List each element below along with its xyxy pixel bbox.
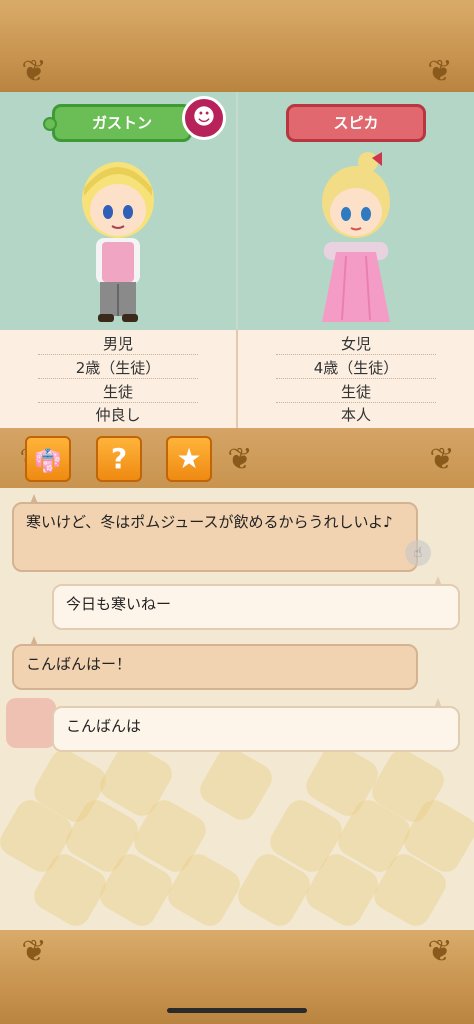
ornament-icon: ❦	[429, 442, 455, 477]
chat-bubble-npc: 寒いけど、冬はポムジュースが飲めるからうれしいよ♪	[12, 502, 418, 572]
gender-value: 男児	[38, 332, 198, 355]
boy-avatar[interactable]	[68, 152, 168, 327]
character-card-left[interactable]: ガストン ☻	[0, 92, 238, 330]
outfit-button[interactable]: 👘	[25, 436, 71, 482]
girl-avatar[interactable]	[306, 152, 406, 327]
character-card-right[interactable]: スピカ	[238, 92, 474, 330]
event-badge	[6, 698, 56, 748]
help-button[interactable]: ?	[96, 436, 142, 482]
age-value: 4歳（生徒）	[276, 356, 436, 379]
character-name-right: スピカ	[286, 104, 426, 142]
star-icon: ★	[176, 442, 202, 475]
chat-bubble-npc: こんばんはー！	[12, 644, 418, 690]
action-toolbar: ❦ ❦ ❦ 👘 ? ★	[0, 428, 474, 488]
age-value: 2歳（生徒）	[38, 356, 198, 379]
chat-bubble-me: こんばんは	[52, 706, 460, 752]
home-indicator[interactable]	[167, 1008, 307, 1013]
favorite-button[interactable]: ★	[166, 436, 212, 482]
outfit-icon: 👘	[34, 449, 62, 474]
gender-value: 女児	[276, 332, 436, 355]
smile-icon[interactable]: ☻	[182, 96, 226, 140]
role-value: 生徒	[276, 380, 436, 403]
top-wood-frame: ❦ ❦	[0, 0, 474, 92]
relation-value: 本人	[340, 406, 371, 424]
ornament-icon: ❦	[21, 54, 47, 89]
character-panel: ガストン ☻ スピカ	[0, 92, 474, 330]
ornament-icon: ❦	[21, 934, 47, 969]
role-value: 生徒	[38, 380, 198, 403]
ornament-icon: ❦	[227, 442, 253, 477]
background-tile	[195, 743, 277, 825]
character-name-left: ガストン	[43, 104, 192, 142]
info-column-right: 女児 4歳（生徒） 生徒 本人	[238, 330, 474, 428]
info-column-left: 男児 2歳（生徒） 生徒 仲良し	[0, 330, 238, 428]
bottom-wood-frame: ❦ ❦	[0, 930, 474, 1024]
ornament-icon: ❦	[427, 934, 453, 969]
relation-value: 仲良し	[95, 406, 141, 424]
character-info-table: 男児 2歳（生徒） 生徒 仲良し 女児 4歳（生徒） 生徒 本人	[0, 330, 474, 428]
question-icon: ?	[110, 442, 128, 475]
ornament-icon: ❦	[427, 54, 453, 89]
tap-icon[interactable]: ☝	[405, 540, 431, 566]
chat-bubble-me: 今日も寒いねー	[52, 584, 460, 630]
chat-area[interactable]: 寒いけど、冬はポムジュースが飲めるからうれしいよ♪ ☝ 今日も寒いねー こんばん…	[0, 488, 474, 930]
